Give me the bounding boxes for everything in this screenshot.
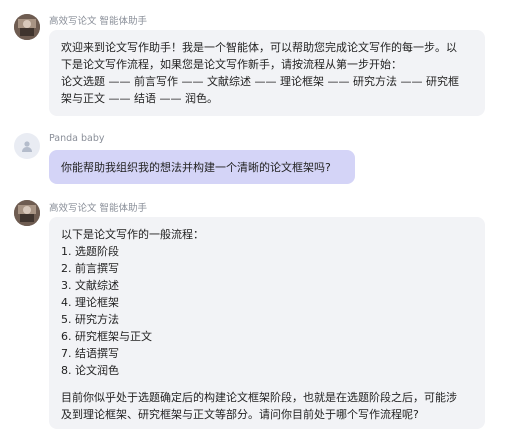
list-item: 3. 文献综述 [61, 279, 119, 292]
message-intro: 以下是论文写作的一般流程： [61, 228, 204, 241]
user-bubble[interactable]: 你能帮助我组织我的想法并构建一个清晰的论文框架吗? [49, 150, 355, 184]
sender-name: 高效写论文 智能体助手 [49, 16, 148, 27]
list-item: 6. 研究框架与正文 [61, 330, 152, 343]
message-text-line: 架与正文 —— 结语 —— 润色。 [61, 92, 218, 105]
message-text-line: 欢迎来到论文写作助手！我是一个智能体，可以帮助您完成论文写作的每一步。以 [61, 41, 457, 54]
list-item: 4. 理论框架 [61, 296, 119, 309]
list-item: 7. 结语撰写 [61, 347, 119, 360]
sender-name: 高效写论文 智能体助手 [49, 203, 148, 214]
sender-name: Panda baby [49, 133, 105, 144]
assistant-bubble[interactable]: 欢迎来到论文写作助手！我是一个智能体，可以帮助您完成论文写作的每一步。以 下是论… [49, 30, 485, 116]
message-text-line: 你能帮助我组织我的想法并构建一个清晰的论文框架吗? [61, 161, 331, 174]
message-text-line: 目前你似乎处于选题确定后的构建论文框架阶段，也就是在选题阶段之后，可能涉 [61, 391, 457, 404]
user-avatar [14, 133, 40, 159]
assistant-bubble[interactable]: 以下是论文写作的一般流程： 1. 选题阶段 2. 前言撰写 3. 文献综述 4.… [49, 217, 485, 429]
assistant-avatar [14, 200, 40, 226]
assistant-avatar [14, 14, 40, 40]
message-text-line: 下是论文写作流程，如果您是论文写作新手，请按流程从第一步开始： [61, 58, 402, 71]
list-item: 2. 前言撰写 [61, 262, 119, 275]
list-item: 1. 选题阶段 [61, 245, 119, 258]
list-item: 8. 论文润色 [61, 364, 119, 377]
message-text-line: 及到理论框架、研究框架与正文等部分。请问你目前处于哪个写作流程呢? [61, 408, 419, 421]
list-item: 5. 研究方法 [61, 313, 119, 326]
user-icon [22, 141, 32, 152]
chat-thread: 高效写论文 智能体助手 欢迎来到论文写作助手！我是一个智能体，可以帮助您完成论文… [0, 0, 509, 440]
message-text-line: 论文选题 —— 前言写作 —— 文献综述 —— 理论框架 —— 研究方法 —— … [61, 75, 459, 88]
